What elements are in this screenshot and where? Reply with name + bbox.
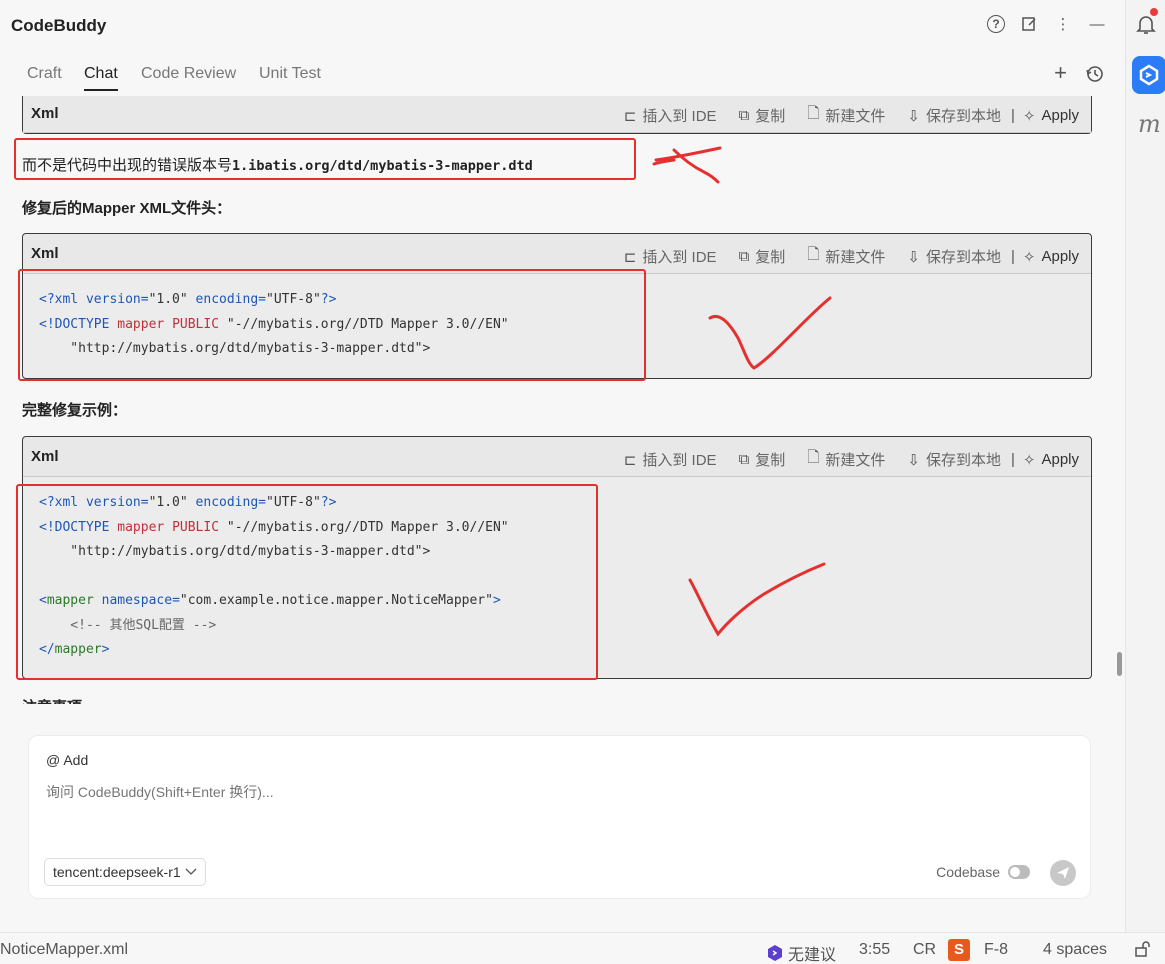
- code-block-1: Xml ⊏ 插入到 IDE ⧉ 复制 🗋 新建文件 ⇩ 保存到本地 | ✧ Apply: [22, 96, 1092, 134]
- codebuddy-logo-icon[interactable]: [1132, 56, 1165, 94]
- save-local-button[interactable]: ⇩ 保存到本地: [907, 246, 1001, 267]
- apply-button[interactable]: ✧ Apply: [1023, 248, 1079, 266]
- annotation-box-note: [14, 138, 636, 180]
- status-filename[interactable]: NoticeMapper.xml: [0, 941, 128, 959]
- m-plugin-icon[interactable]: m: [1138, 110, 1161, 138]
- save-icon: ⇩: [907, 451, 920, 469]
- code-lang: Xml: [31, 245, 59, 262]
- insert-icon: ⊏: [623, 107, 637, 125]
- tab-actions: +: [1054, 60, 1105, 90]
- send-button[interactable]: [1050, 860, 1076, 886]
- insert-icon: ⊏: [623, 248, 637, 266]
- help-icon[interactable]: ?: [987, 15, 1005, 33]
- add-context-button[interactable]: @ Add: [46, 752, 88, 768]
- heading-cut: 注意事项: [22, 696, 82, 704]
- history-icon[interactable]: [1085, 60, 1105, 90]
- save-local-button[interactable]: ⇩ 保存到本地: [907, 449, 1001, 470]
- scrollbar-thumb[interactable]: [1117, 652, 1122, 676]
- save-icon: ⇩: [907, 248, 920, 266]
- status-encoding[interactable]: F-8: [984, 941, 1008, 959]
- notification-dot: [1150, 8, 1158, 16]
- codebase-toggle-group: Codebase: [936, 864, 1030, 880]
- copy-icon: ⧉: [738, 451, 750, 468]
- codebuddy-status-icon: [768, 945, 782, 961]
- title-bar: CodeBuddy ? ⋮ —: [0, 0, 1125, 52]
- new-file-icon: 🗋: [807, 246, 820, 263]
- new-file-icon: 🗋: [807, 105, 820, 122]
- status-position[interactable]: 3:55: [859, 941, 890, 959]
- code-lang: Xml: [31, 105, 59, 122]
- tab-bar: Craft Chat Code Review Unit Test +: [0, 52, 1125, 96]
- chevron-down-icon: [185, 868, 197, 875]
- minimize-icon[interactable]: —: [1087, 14, 1107, 34]
- model-select[interactable]: tencent:deepseek-r1: [44, 858, 206, 886]
- code-block-header: Xml ⊏ 插入到 IDE ⧉ 复制 🗋 新建文件 ⇩ 保存到本地 | ✧ Apply: [23, 437, 1091, 477]
- code-actions: ⊏ 插入到 IDE ⧉ 复制 🗋 新建文件 ⇩ 保存到本地 | ✧ Apply: [602, 103, 1079, 128]
- app-title: CodeBuddy: [11, 16, 107, 35]
- annotation-box-full: [16, 484, 598, 680]
- sparkle-icon: ✧: [1022, 107, 1036, 125]
- plus-icon[interactable]: +: [1054, 60, 1067, 90]
- status-suggestion[interactable]: 无建议: [766, 941, 836, 964]
- tab-unit-test[interactable]: Unit Test: [259, 65, 321, 89]
- heading-fixed: 修复后的Mapper XML文件头：: [22, 200, 232, 217]
- tab-code-review[interactable]: Code Review: [141, 65, 236, 89]
- prompt-input[interactable]: [46, 784, 1046, 800]
- title-icons: ? ⋮ —: [987, 14, 1107, 34]
- insert-icon: ⊏: [623, 451, 637, 469]
- edit-icon[interactable]: [1019, 14, 1039, 34]
- code-actions: ⊏ 插入到 IDE ⧉ 复制 🗋 新建文件 ⇩ 保存到本地 | ✧ Apply: [602, 447, 1079, 472]
- new-file-icon: 🗋: [807, 449, 820, 466]
- input-method-icon[interactable]: S: [948, 939, 970, 961]
- insert-ide-button[interactable]: ⊏ 插入到 IDE: [624, 246, 717, 267]
- code-block-header: Xml ⊏ 插入到 IDE ⧉ 复制 🗋 新建文件 ⇩ 保存到本地 | ✧ Apply: [23, 234, 1091, 274]
- new-file-button[interactable]: 🗋 新建文件: [807, 244, 885, 269]
- status-line-ending[interactable]: CR: [913, 941, 936, 959]
- right-rail: m: [1125, 0, 1165, 932]
- copy-button[interactable]: ⧉ 复制: [739, 449, 786, 470]
- save-local-button[interactable]: ⇩ 保存到本地: [907, 105, 1001, 126]
- lock-icon[interactable]: [1134, 941, 1152, 957]
- annotation-cross-mark: [652, 146, 722, 184]
- insert-ide-button[interactable]: ⊏ 插入到 IDE: [624, 105, 717, 126]
- more-icon[interactable]: ⋮: [1053, 14, 1073, 34]
- tab-chat[interactable]: Chat: [84, 65, 118, 91]
- status-indent[interactable]: 4 spaces: [1043, 941, 1107, 959]
- sparkle-icon: ✧: [1022, 451, 1036, 469]
- sparkle-icon: ✧: [1022, 248, 1036, 266]
- copy-icon: ⧉: [738, 248, 750, 265]
- heading-full: 完整修复示例：: [22, 402, 128, 419]
- apply-button[interactable]: ✧ Apply: [1023, 451, 1079, 469]
- copy-icon: ⧉: [738, 107, 750, 124]
- code-lang: Xml: [31, 448, 59, 465]
- apply-button[interactable]: ✧ Apply: [1023, 107, 1079, 125]
- copy-button[interactable]: ⧉ 复制: [739, 105, 786, 126]
- annotation-box-fixed: [18, 269, 646, 381]
- new-file-button[interactable]: 🗋 新建文件: [807, 103, 885, 128]
- codebase-toggle[interactable]: [1008, 865, 1030, 879]
- send-icon: [1057, 867, 1069, 879]
- copy-button[interactable]: ⧉ 复制: [739, 246, 786, 267]
- new-file-button[interactable]: 🗋 新建文件: [807, 447, 885, 472]
- code-block-header: Xml ⊏ 插入到 IDE ⧉ 复制 🗋 新建文件 ⇩ 保存到本地 | ✧ Apply: [23, 96, 1091, 133]
- chat-input-panel: @ Add tencent:deepseek-r1 Codebase: [28, 735, 1091, 899]
- insert-ide-button[interactable]: ⊏ 插入到 IDE: [624, 449, 717, 470]
- chat-content: Xml ⊏ 插入到 IDE ⧉ 复制 🗋 新建文件 ⇩ 保存到本地 | ✧ Apply 而…: [0, 96, 1125, 704]
- code-actions: ⊏ 插入到 IDE ⧉ 复制 🗋 新建文件 ⇩ 保存到本地 | ✧ Apply: [602, 244, 1079, 269]
- status-bar: NoticeMapper.xml 无建议 3:55 CR S F-8 4 spa…: [0, 932, 1165, 964]
- save-icon: ⇩: [907, 107, 920, 125]
- annotation-check-mark-1: [708, 296, 832, 370]
- annotation-check-mark-2: [688, 562, 826, 637]
- tab-craft[interactable]: Craft: [27, 65, 62, 89]
